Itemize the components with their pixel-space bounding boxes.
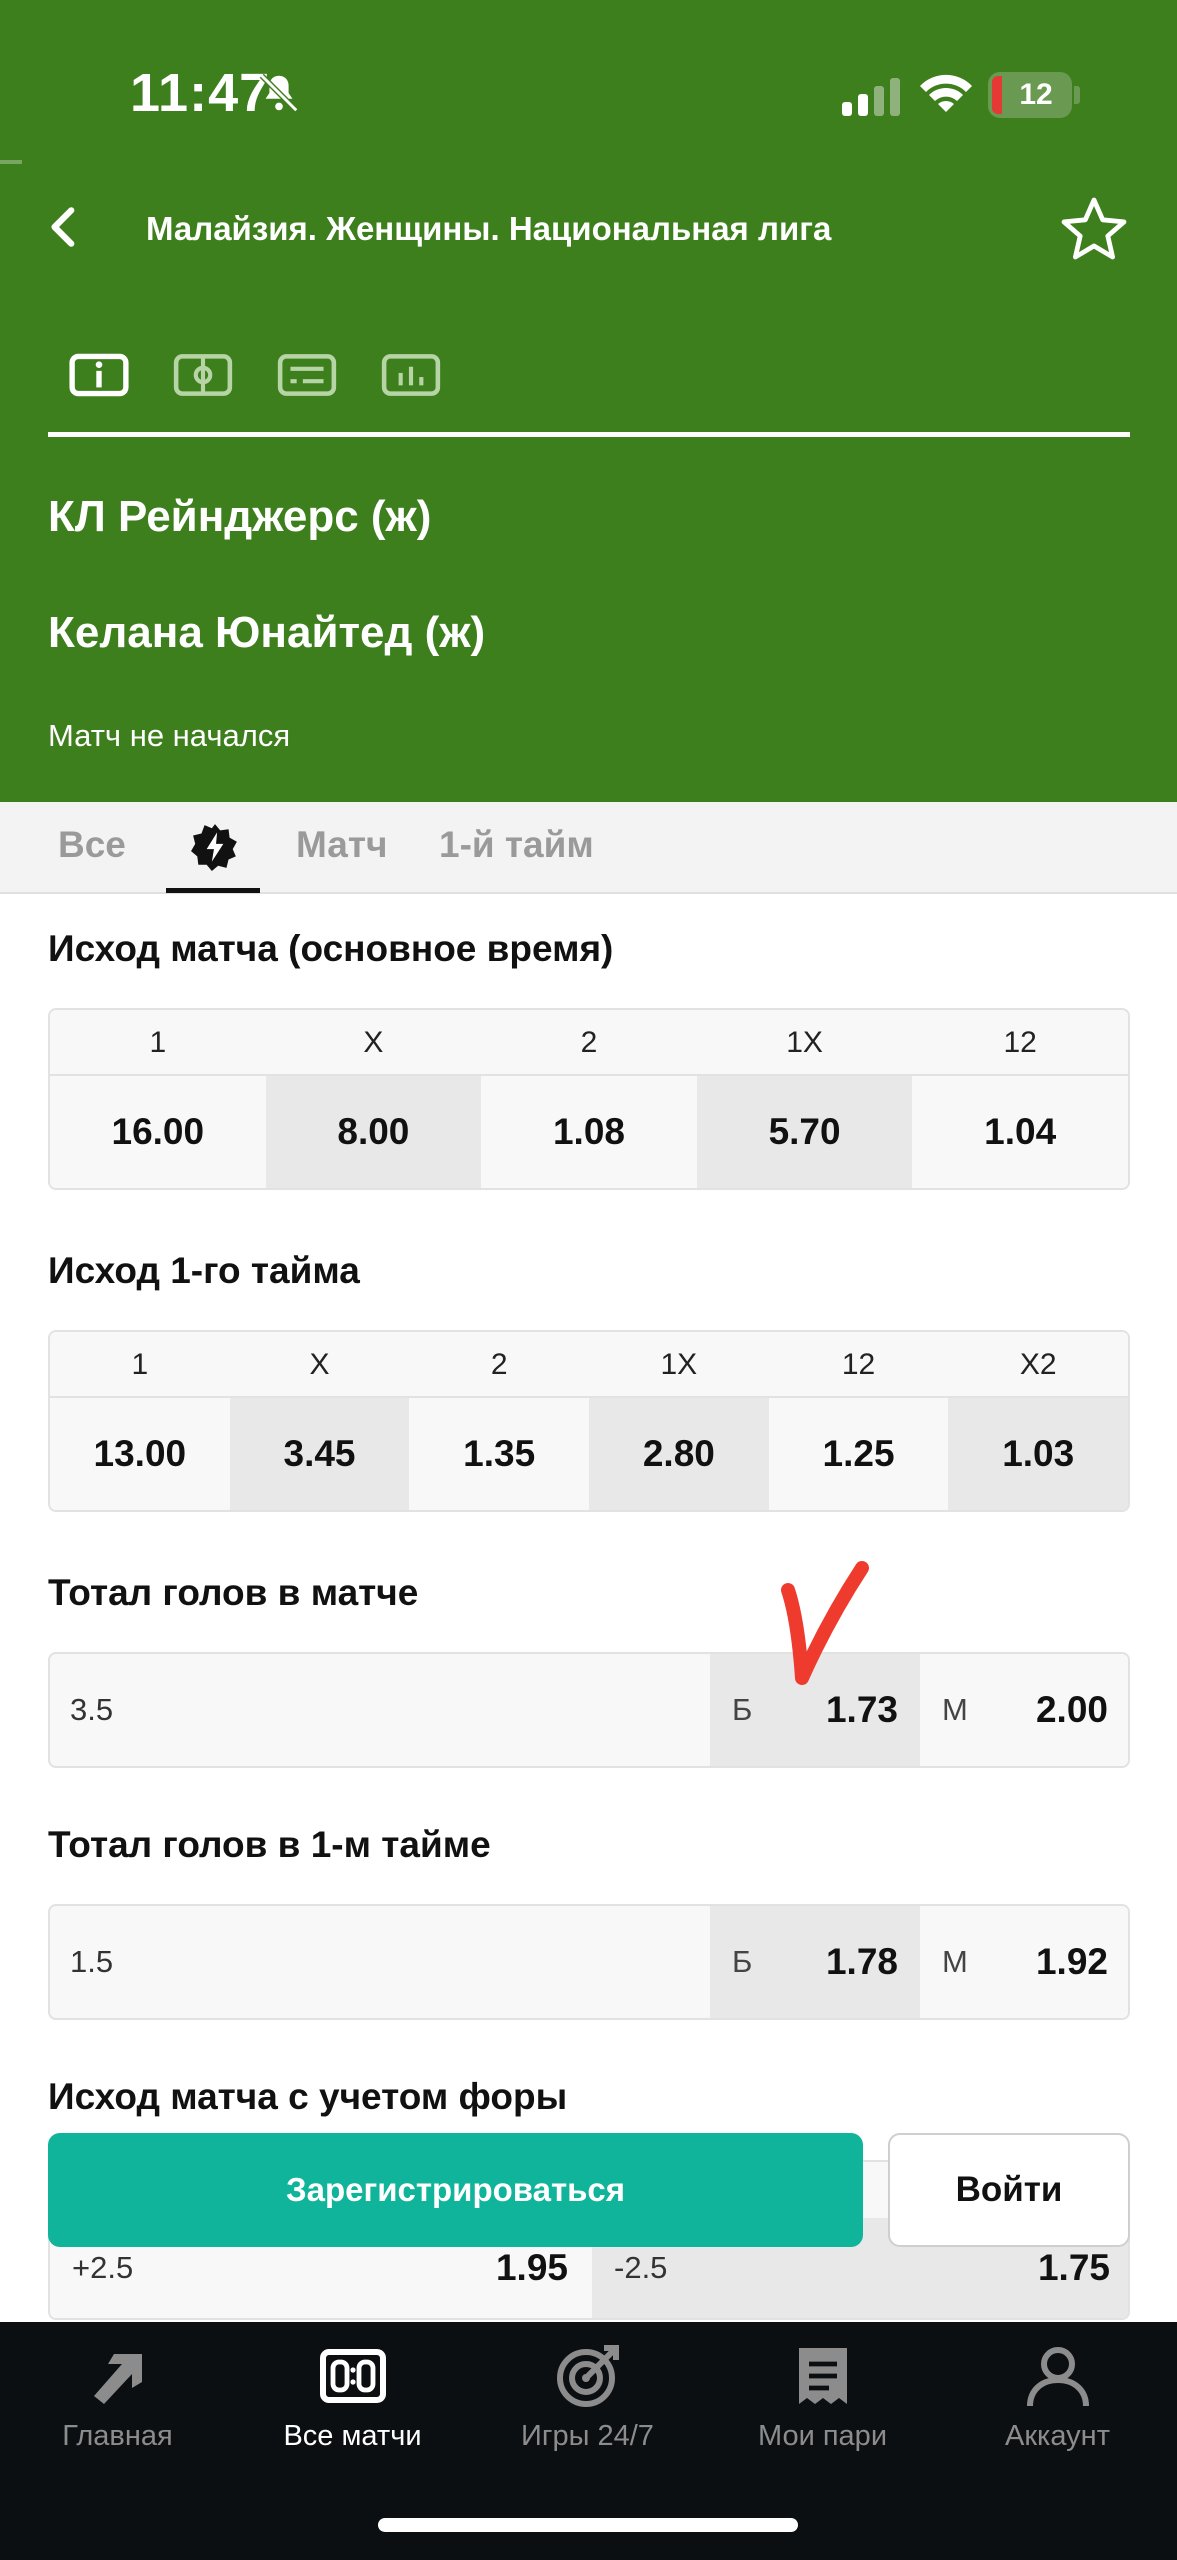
match-status: Матч не начался — [48, 718, 291, 753]
odd-button[interactable]: 1.03 — [948, 1398, 1128, 1510]
battery-icon: 12 — [988, 72, 1072, 118]
field-icon[interactable] — [172, 344, 234, 406]
target-icon — [557, 2345, 619, 2407]
team-away: Келана Юнайтед (ж) — [48, 608, 486, 657]
wifi-icon — [920, 74, 972, 112]
market-title-handicap: Исход матча с учетом форы — [48, 2076, 568, 2117]
status-bar: 11:47 12 — [0, 0, 1177, 160]
outcome-header: 2 — [580, 1026, 598, 1059]
nav-label: Аккаунт — [1005, 2420, 1110, 2452]
odd-button[interactable]: 1.04 — [912, 1076, 1128, 1188]
market-grid-first-half: 1 X 2 1X 12 X2 13.00 3.45 1.35 2.80 1.25… — [48, 1330, 1130, 1512]
outcome-header: X — [309, 1348, 330, 1381]
status-time: 11:47 — [130, 63, 271, 123]
register-button[interactable]: Зарегистрироваться — [48, 2133, 863, 2247]
odd-button[interactable]: 8.00 — [265, 1076, 482, 1188]
match-info-tabs — [48, 344, 508, 414]
total-line-value: 1.5 — [70, 1944, 114, 1979]
nav-item-home[interactable]: Главная — [0, 2322, 235, 2472]
outcome-header: 12 — [841, 1348, 876, 1381]
total-line-value: 3.5 — [70, 1692, 114, 1727]
over-label: Б — [732, 1692, 753, 1727]
bell-muted-icon — [259, 73, 299, 113]
battery-tip — [1074, 86, 1080, 104]
nav-item-games[interactable]: Игры 24/7 — [470, 2322, 705, 2472]
top-edge-mark — [0, 160, 22, 164]
under-odd: 1.92 — [1035, 1941, 1108, 1982]
nav-label: Игры 24/7 — [521, 2420, 654, 2452]
over-odd: 1.78 — [825, 1941, 898, 1982]
tab-all[interactable]: Все — [58, 824, 126, 866]
red-checkmark-icon — [781, 1561, 869, 1685]
home-indicator[interactable] — [378, 2518, 798, 2532]
nav-label: Главная — [62, 2420, 173, 2452]
active-tab-indicator — [166, 888, 260, 893]
odd-button[interactable]: 3.45 — [229, 1398, 410, 1510]
match-header: 11:47 12 Малайзия. Женщины. Национальная… — [0, 0, 1177, 802]
over-label: Б — [732, 1944, 753, 1979]
league-title: Малайзия. Женщины. Национальная лига — [146, 210, 832, 247]
market-title-total-first-half: Тотал голов в 1-м тайме — [48, 1824, 491, 1865]
outcome-header: 2 — [490, 1348, 508, 1381]
under-label: М — [942, 1692, 968, 1727]
outcome-header: 1X — [660, 1348, 698, 1381]
market-title-total-match: Тотал голов в матче — [48, 1572, 419, 1613]
lineup-icon[interactable] — [276, 344, 338, 406]
nav-label: Все матчи — [283, 2420, 422, 2452]
user-icon — [1027, 2347, 1089, 2407]
under-odd: 2.00 — [1035, 1689, 1108, 1730]
back-arrow-icon[interactable] — [40, 202, 90, 252]
odd-button[interactable]: 16.00 — [50, 1076, 266, 1188]
market-grid-full-time: 1 X 2 1X 12 16.00 8.00 1.08 5.70 1.04 — [48, 1008, 1130, 1190]
under-label: М — [942, 1944, 968, 1979]
odd-button[interactable]: 13.00 — [50, 1398, 230, 1510]
under-odd-button[interactable]: М 1.92 — [920, 1906, 1128, 2018]
team-home: КЛ Рейнджерс (ж) — [48, 492, 432, 541]
info-tabs-divider — [48, 432, 1130, 437]
nav-row: Малайзия. Женщины. Национальная лига — [0, 180, 1177, 280]
market-filter-tabs: Все Матч 1-й тайм — [0, 802, 1177, 894]
signal-icon — [842, 78, 900, 116]
nav-item-all-matches[interactable]: Все матчи — [235, 2322, 470, 2472]
odd-button[interactable]: 5.70 — [696, 1076, 913, 1188]
outcome-header: X2 — [1019, 1348, 1057, 1381]
stats-icon[interactable] — [380, 344, 442, 406]
tab-match[interactable]: Матч — [296, 824, 387, 866]
market-title-first-half: Исход 1-го тайма — [48, 1250, 360, 1291]
market-title-full-time: Исход матча (основное время) — [48, 928, 614, 969]
under-odd-button[interactable]: М 2.00 — [920, 1654, 1128, 1766]
battery-level: 12 — [1019, 78, 1053, 111]
home-arrow-icon — [94, 2354, 142, 2404]
outcome-header: 1 — [149, 1026, 167, 1059]
odd-button[interactable]: 2.80 — [589, 1398, 769, 1510]
info-icon[interactable] — [68, 344, 130, 406]
nav-label: Мои пари — [757, 2420, 888, 2452]
favorite-star-icon[interactable] — [1058, 194, 1130, 266]
market-total-first-half: 1.5 Б 1.78 М 1.92 — [48, 1904, 1130, 2020]
outcome-header: X — [363, 1026, 384, 1059]
odd-button[interactable]: 1.08 — [481, 1076, 697, 1188]
ticket-icon — [799, 2348, 847, 2404]
odd-button[interactable]: 1.25 — [768, 1398, 949, 1510]
login-button[interactable]: Войти — [888, 2133, 1130, 2247]
over-odd-button[interactable]: Б 1.78 — [710, 1906, 920, 2018]
nav-item-account[interactable]: Аккаунт — [940, 2322, 1175, 2472]
odd-button[interactable]: 1.35 — [409, 1398, 590, 1510]
nav-item-my-bets[interactable]: Мои пари — [705, 2322, 940, 2472]
scoreboard-icon — [320, 2349, 386, 2403]
outcome-header: 1 — [131, 1348, 149, 1381]
market-total-match: 3.5 Б 1.73 М 2.00 — [48, 1652, 1130, 1768]
outcome-header: 12 — [1003, 1026, 1037, 1059]
outcome-header: 1X — [786, 1026, 823, 1059]
lightning-icon[interactable] — [190, 822, 240, 872]
tab-first-half[interactable]: 1-й тайм — [439, 824, 594, 866]
